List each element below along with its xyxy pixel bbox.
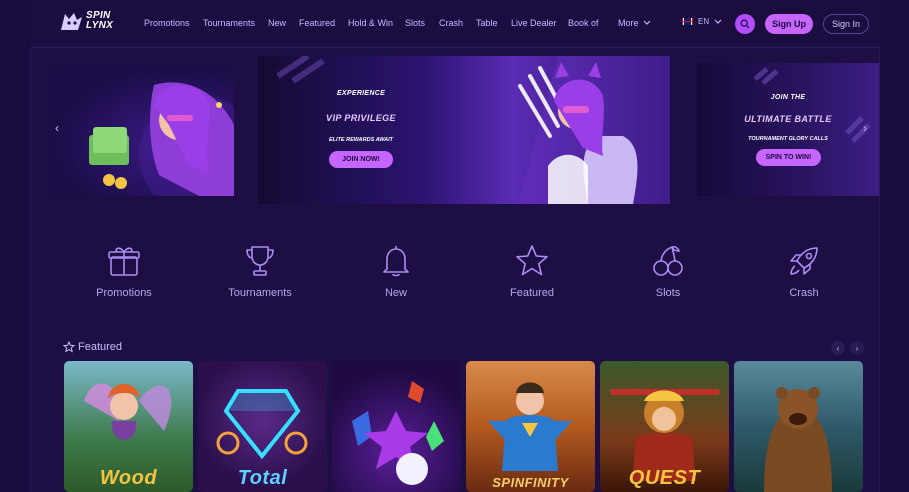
nav-featured[interactable]: Featured xyxy=(299,18,335,28)
game-card-quest[interactable]: QUEST xyxy=(600,361,729,492)
nav-book-of[interactable]: Book of xyxy=(568,18,599,28)
nav-hold-win[interactable]: Hold & Win xyxy=(348,18,393,28)
game-art xyxy=(352,381,444,485)
top-header: SPIN LYNX Promotions Tournaments New Fea… xyxy=(30,0,880,48)
language-selector[interactable]: EN xyxy=(682,17,722,26)
banner-right-art xyxy=(753,67,871,143)
chevron-down-icon xyxy=(714,19,722,24)
banner-center-art xyxy=(276,56,670,204)
nav-live-dealer[interactable]: Live Dealer xyxy=(511,18,557,28)
featured-section-header: Featured xyxy=(63,341,122,353)
chevron-down-icon xyxy=(643,20,650,25)
center-banner-line1: EXPERIENCE xyxy=(336,90,386,97)
category-label: New xyxy=(384,287,407,299)
nav-more[interactable]: More xyxy=(618,18,651,28)
star-icon xyxy=(516,245,548,276)
category-slots[interactable]: Slots xyxy=(623,243,713,299)
game-art xyxy=(488,382,572,471)
logo-text: SPIN LYNX xyxy=(86,11,113,31)
language-code: EN xyxy=(698,17,710,26)
category-new[interactable]: New xyxy=(351,243,441,299)
banner-next-arrow[interactable]: › xyxy=(863,121,867,135)
nav-crash[interactable]: Crash xyxy=(439,18,463,28)
center-banner-line2: VIP PRIVILEGE xyxy=(326,113,396,123)
game-card-bear[interactable] xyxy=(734,361,863,492)
featured-title: Featured xyxy=(78,341,123,353)
game-card-spinfinity[interactable]: SPINFINITY xyxy=(466,361,595,492)
search-icon xyxy=(740,19,750,29)
bell-icon xyxy=(383,246,409,277)
cherries-icon xyxy=(653,245,683,276)
banner-left-art xyxy=(89,82,234,196)
featured-next-button[interactable]: › xyxy=(850,341,864,355)
category-tournaments[interactable]: Tournaments xyxy=(215,243,305,299)
lynx-logo-icon xyxy=(61,13,82,30)
right-banner-line1: JOIN THE xyxy=(770,94,806,101)
category-label: Promotions xyxy=(96,287,152,299)
category-featured[interactable]: Featured xyxy=(487,243,577,299)
game-title: SPINFINITY xyxy=(492,475,569,490)
category-crash[interactable]: Crash xyxy=(759,243,849,299)
banner-center[interactable]: EXPERIENCE VIP PRIVILEGE ELITE REWARDS A… xyxy=(258,56,670,204)
category-label: Featured xyxy=(509,287,555,299)
nav-table[interactable]: Table xyxy=(476,18,498,28)
right-banner-line2: ULTIMATE BATTLE xyxy=(744,114,832,124)
spin-lynx-logo[interactable]: SPIN LYNX xyxy=(58,8,120,38)
nav-slots[interactable]: Slots xyxy=(405,18,425,28)
banner-prev-arrow[interactable]: ‹ xyxy=(55,121,59,135)
game-art xyxy=(764,387,832,492)
spin-to-win-button[interactable]: SPIN TO WIN! xyxy=(756,149,821,166)
game-card-wood[interactable]: Wood xyxy=(64,361,193,492)
trophy-icon xyxy=(246,246,274,276)
logo-line-2: LYNX xyxy=(86,20,114,31)
featured-prev-button[interactable]: ‹ xyxy=(831,341,845,355)
nav-more-label: More xyxy=(618,18,639,28)
star-icon xyxy=(63,341,75,353)
sign-up-button[interactable]: Sign Up xyxy=(765,14,813,34)
nav-tournaments[interactable]: Tournaments xyxy=(203,18,255,28)
category-label: Tournaments xyxy=(228,287,292,299)
right-banner-line3: TOURNAMENT GLORY CALLS xyxy=(748,136,828,142)
banner-right[interactable]: JOIN THE ULTIMATE BATTLE TOURNAMENT GLOR… xyxy=(697,63,879,196)
category-label: Slots xyxy=(655,287,681,299)
game-title: Wood xyxy=(99,467,158,489)
gift-icon xyxy=(108,247,140,276)
sign-in-button[interactable]: Sign In xyxy=(823,14,869,34)
nav-new[interactable]: New xyxy=(268,18,286,28)
rocket-icon xyxy=(790,247,818,275)
game-card-gems[interactable] xyxy=(332,361,461,492)
uk-flag-icon xyxy=(682,18,693,25)
game-title: Total xyxy=(237,467,288,489)
banner-left[interactable]: ‹ xyxy=(49,65,234,196)
category-promotions[interactable]: Promotions xyxy=(79,243,169,299)
game-card-total[interactable]: Total xyxy=(198,361,327,492)
join-now-button[interactable]: JOIN NOW! xyxy=(329,151,393,168)
game-title: QUEST xyxy=(628,467,701,489)
center-banner-line3: ELITE REWARDS AWAIT xyxy=(329,137,393,143)
category-label: Crash xyxy=(789,287,819,299)
nav-promotions[interactable]: Promotions xyxy=(144,18,190,28)
search-button[interactable] xyxy=(735,14,755,34)
